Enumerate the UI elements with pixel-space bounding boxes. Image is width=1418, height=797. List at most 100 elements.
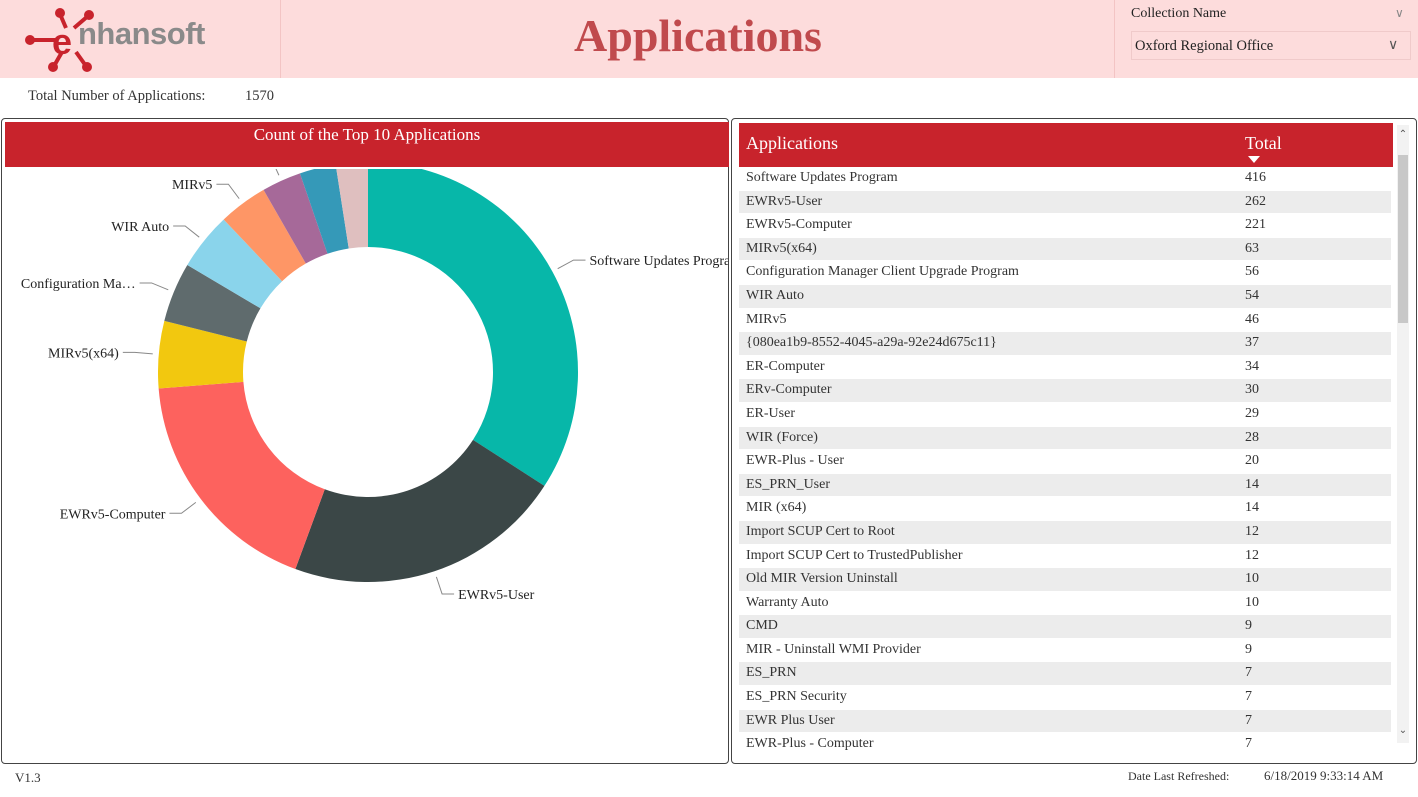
cell-application: MIRv5 xyxy=(746,311,787,327)
cell-application: WIR (Force) xyxy=(746,429,818,445)
logo: e nhansoft xyxy=(0,0,281,78)
leader-line xyxy=(435,576,455,595)
donut-slice[interactable] xyxy=(158,381,325,570)
column-header-total[interactable]: Total xyxy=(1245,133,1282,154)
chevron-down-icon: ∨ xyxy=(1388,38,1399,53)
total-apps-label: Total Number of Applications: xyxy=(28,88,206,104)
table-row[interactable]: ES_PRN_User 14 xyxy=(739,473,1391,498)
cell-application: ER-Computer xyxy=(746,358,825,374)
leader-line xyxy=(139,282,169,291)
table-row[interactable]: ES_PRN Security 7 xyxy=(739,686,1391,710)
cell-application: Configuration Manager Client Upgrade Pro… xyxy=(746,264,1019,280)
slice-label: WIR Auto xyxy=(111,220,169,235)
table-header: Applications Total xyxy=(739,123,1393,167)
table-row[interactable]: Configuration Manager Client Upgrade Pro… xyxy=(739,261,1391,285)
leader-line xyxy=(216,183,240,199)
table-row[interactable]: Software Updates Program 416 xyxy=(739,167,1391,191)
slice-label: EWRv5-User xyxy=(458,588,535,603)
refreshed-value: 6/18/2019 9:33:14 AM xyxy=(1264,768,1384,783)
chevron-up-icon[interactable]: ⌃ xyxy=(1397,125,1409,145)
table-row[interactable]: WIR (Force) 28 xyxy=(739,426,1391,451)
chevron-down-icon[interactable]: ∨ xyxy=(1395,6,1404,21)
slice-label: MIRv5(x64) xyxy=(48,346,119,361)
cell-application: WIR Auto xyxy=(746,287,804,303)
cell-application: {080ea1b9-8552-4045-a29a-92e24d675c11} xyxy=(746,335,997,351)
table-scrollbar[interactable]: ⌃ ⌄ xyxy=(1397,125,1409,743)
table-row[interactable]: Import SCUP Cert to Root 12 xyxy=(739,520,1391,545)
cell-application: EWR-Plus - User xyxy=(746,453,844,469)
cell-total: 29 xyxy=(1245,405,1259,421)
cell-total: 221 xyxy=(1245,217,1266,233)
table-row[interactable]: ER-Computer 34 xyxy=(739,356,1391,380)
cell-total: 10 xyxy=(1245,594,1259,610)
table-row[interactable]: MIR - Uninstall WMI Provider 9 xyxy=(739,639,1391,663)
table-row[interactable]: MIRv5(x64) 63 xyxy=(739,237,1391,262)
cell-application: ER-User xyxy=(746,405,795,421)
cell-application: Import SCUP Cert to Root xyxy=(746,523,895,539)
table-row[interactable]: EWRv5-Computer 221 xyxy=(739,214,1391,238)
cell-total: 7 xyxy=(1245,689,1252,705)
cell-total: 30 xyxy=(1245,382,1259,398)
table-row[interactable]: WIR Auto 54 xyxy=(739,284,1391,309)
top10-chart-panel: Count of the Top 10 Applications Softwar… xyxy=(1,118,729,764)
cell-application: EWRv5-Computer xyxy=(746,217,852,233)
cell-total: 54 xyxy=(1245,287,1259,303)
cell-total: 14 xyxy=(1245,476,1259,492)
table-row[interactable]: EWR-Plus - User 20 xyxy=(739,450,1391,474)
cell-total: 7 xyxy=(1245,736,1252,752)
table-body: Software Updates Program 416 EWRv5-User 262… xyxy=(739,167,1391,757)
slice-label: Configuration Ma… xyxy=(21,277,136,292)
leader-line xyxy=(122,351,153,355)
cell-total: 9 xyxy=(1245,641,1252,657)
total-apps-value: 1570 xyxy=(245,88,274,104)
cell-total: 28 xyxy=(1245,429,1259,445)
leader-line xyxy=(557,259,586,270)
cell-application: EWR Plus User xyxy=(746,712,835,728)
donut-chart: Software Updates Program EWRv5-User EWRv5-… xyxy=(21,169,728,603)
cell-total: 63 xyxy=(1245,240,1259,256)
cell-total: 10 xyxy=(1245,571,1259,587)
table-row[interactable]: Old MIR Version Uninstall 10 xyxy=(739,568,1391,592)
table-row[interactable]: Warranty Auto 10 xyxy=(739,592,1391,616)
cell-application: EWR-Plus - Computer xyxy=(746,736,874,752)
table-row[interactable]: MIRv5 46 xyxy=(739,309,1391,333)
cell-total: 12 xyxy=(1245,523,1259,539)
chevron-down-icon[interactable]: ⌄ xyxy=(1397,721,1409,741)
column-header-applications[interactable]: Applications xyxy=(746,133,838,154)
cell-total: 416 xyxy=(1245,170,1266,185)
donut-slice[interactable] xyxy=(368,169,578,486)
slicer-label: Collection Name xyxy=(1131,6,1227,21)
collection-selected-value: Oxford Regional Office xyxy=(1135,38,1274,54)
chart-title: Count of the Top 10 Applications xyxy=(5,122,729,167)
sort-descending-icon xyxy=(1248,156,1260,163)
cell-total: 37 xyxy=(1245,335,1259,351)
cell-application: EWRv5-User xyxy=(746,193,823,209)
table-row[interactable]: {080ea1b9-8552-4045-a29a-92e24d675c11} 37 xyxy=(739,332,1391,356)
collection-slicer: Collection Name ∨ Oxford Regional Office… xyxy=(1114,0,1418,78)
slice-label: Software Updates Program xyxy=(590,254,728,269)
leader-line xyxy=(173,225,200,238)
cell-application: Old MIR Version Uninstall xyxy=(746,571,898,587)
table-row[interactable]: ERv-Computer 30 xyxy=(739,379,1391,403)
cell-application: Warranty Auto xyxy=(746,594,829,610)
scrollbar-thumb[interactable] xyxy=(1398,155,1408,323)
svg-text:e: e xyxy=(52,21,72,62)
table-row[interactable]: MIR (x64) 14 xyxy=(739,497,1391,521)
table-row[interactable]: EWRv5-User 262 xyxy=(739,190,1391,215)
cell-total: 56 xyxy=(1245,264,1259,280)
table-row[interactable]: EWR Plus User 7 xyxy=(739,709,1391,734)
cell-application: ES_PRN Security xyxy=(746,689,847,705)
collection-dropdown[interactable]: Oxford Regional Office ∨ xyxy=(1131,31,1411,60)
table-row[interactable]: CMD 9 xyxy=(739,615,1391,639)
cell-application: MIRv5(x64) xyxy=(746,240,817,256)
table-row[interactable]: ER-User 29 xyxy=(739,403,1391,427)
cell-total: 14 xyxy=(1245,500,1259,516)
leader-line xyxy=(275,169,280,176)
cell-application: MIR (x64) xyxy=(746,500,807,516)
cell-application: MIR - Uninstall WMI Provider xyxy=(746,641,921,657)
table-row[interactable]: EWR-Plus - Computer 7 xyxy=(739,733,1391,757)
logo-text: nhansoft xyxy=(78,16,205,51)
table-row[interactable]: ES_PRN 7 xyxy=(739,662,1391,687)
table-row[interactable]: Import SCUP Cert to TrustedPublisher 12 xyxy=(739,545,1391,569)
cell-total: 9 xyxy=(1245,618,1252,634)
